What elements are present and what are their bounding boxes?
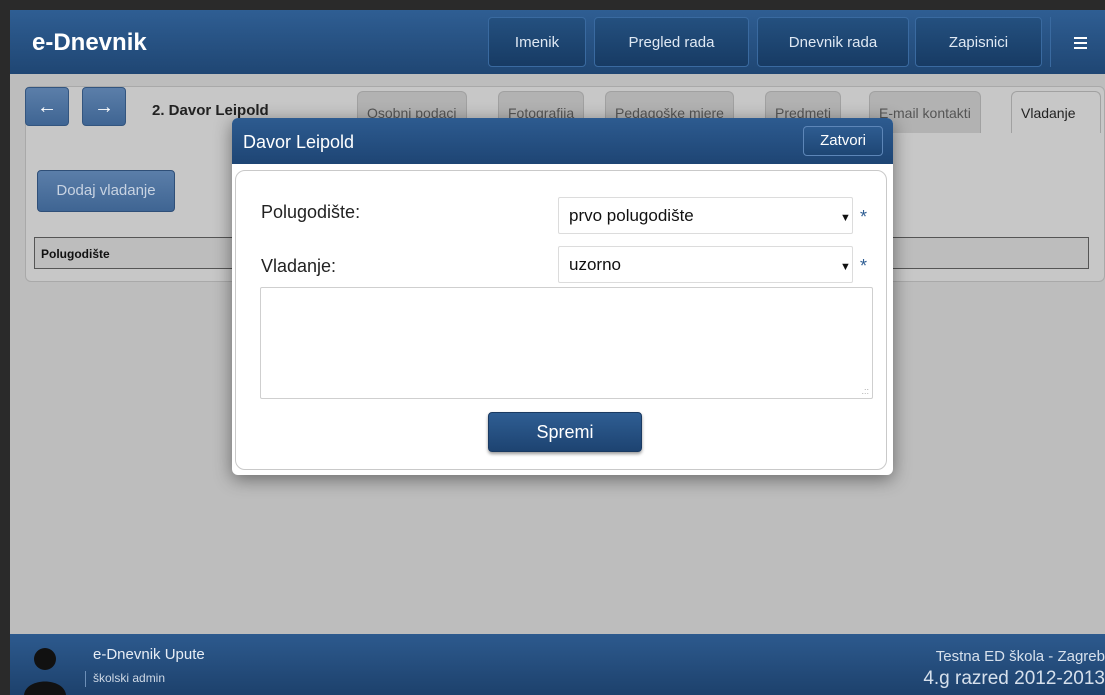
polugodiste-label: Polugodište: [261,202,361,222]
save-button[interactable]: Spremi [488,412,642,452]
column-header-polugodiste: Polugodište [41,247,110,261]
chevron-down-icon: ▼ [840,212,851,224]
vladanje-label: Vladanje: [261,256,337,276]
user-avatar-icon[interactable] [22,644,68,695]
nav-dnevnik-rada-button[interactable]: Dnevnik rada [757,17,909,67]
modal-title: Davor Leipold [243,132,355,152]
vladanje-select[interactable]: uzorno ▼ [558,246,853,283]
modal-body: Polugodište: prvo polugodište ▼ * Vladan… [235,170,887,470]
school-name: Testna ED škola - Zagreb [935,648,1105,665]
polugodiste-select-value: prvo polugodište [569,206,694,225]
student-name: 2. Davor Leipold [152,102,269,119]
hamburger-menu-icon[interactable] [1050,17,1105,67]
app-logo-title[interactable]: e-Dnevnik [32,29,147,57]
footer-bar: e-Dnevnik Upute školski admin Testna ED … [10,634,1105,695]
required-asterisk: * [860,256,868,276]
user-role: školski admin [93,671,166,685]
nav-pregled-rada-button[interactable]: Pregled rada [594,17,749,67]
next-student-button[interactable]: → [82,87,126,126]
add-vladanje-button[interactable]: Dodaj vladanje [37,170,175,212]
arrow-right-icon: → [94,96,114,118]
close-button[interactable]: Zatvori [803,126,883,156]
polugodiste-select[interactable]: prvo polugodište ▼ [558,197,853,234]
vladanje-modal: Davor Leipold Zatvori Polugodište: prvo … [232,118,893,475]
tab-vladanje[interactable]: Vladanje [1011,91,1101,133]
vladanje-select-value: uzorno [569,255,621,274]
nav-zapisnici-button[interactable]: Zapisnici [915,17,1042,67]
nav-imenik-button[interactable]: Imenik [488,17,586,67]
chevron-down-icon: ▼ [840,261,851,273]
arrow-left-icon: ← [37,96,57,118]
modal-header: Davor Leipold Zatvori [232,118,893,164]
note-textarea[interactable]: .:: [260,287,873,399]
required-asterisk: * [860,207,868,227]
top-navigation-bar: e-Dnevnik Imenik Pregled rada Dnevnik ra… [10,10,1105,74]
divider [85,671,86,687]
resize-grip-icon[interactable]: .:: [861,386,869,396]
class-year: 4.g razred 2012-2013 [923,668,1105,689]
help-link[interactable]: e-Dnevnik Upute [93,646,205,663]
previous-student-button[interactable]: ← [25,87,69,126]
